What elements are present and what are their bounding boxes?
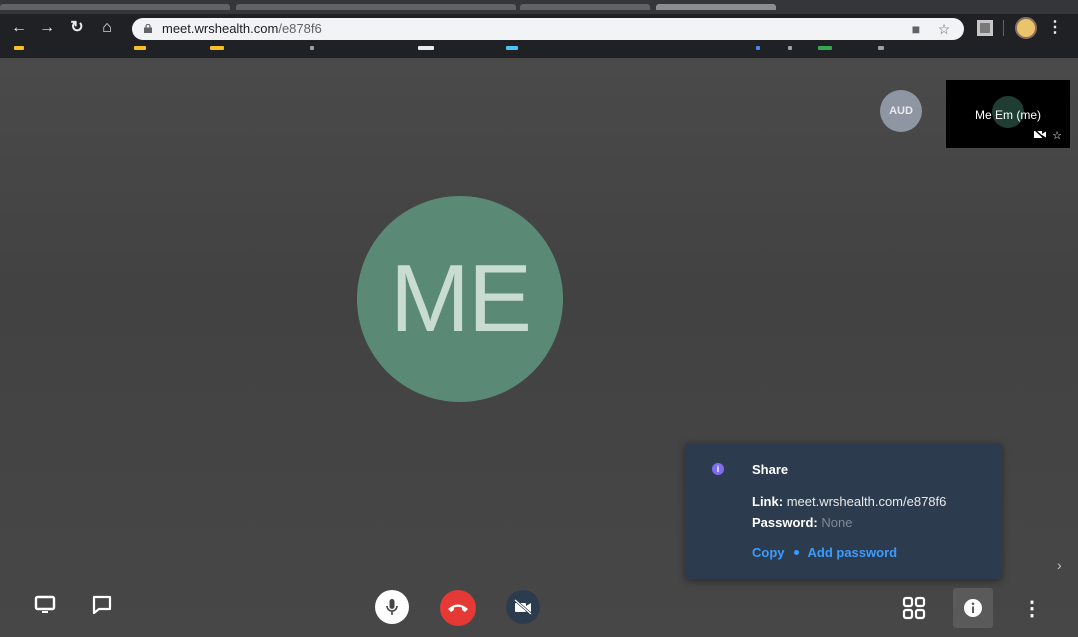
video-off-icon — [1034, 129, 1047, 140]
info-icon — [964, 599, 982, 617]
url-path: /e878f6 — [278, 21, 322, 36]
bookmark-item[interactable] — [310, 46, 314, 50]
tab-active[interactable] — [656, 4, 776, 10]
microphone-button[interactable] — [375, 590, 409, 624]
chevron-right-icon[interactable]: › — [1057, 557, 1062, 573]
microphone-icon — [386, 599, 398, 615]
chat-icon — [92, 595, 112, 615]
bookmark-item[interactable] — [14, 46, 24, 50]
video-off-icon — [514, 599, 532, 615]
screen-share-button[interactable] — [31, 591, 59, 619]
reload-icon[interactable]: ↻ — [66, 16, 88, 40]
star-icon[interactable]: ☆ — [1052, 129, 1062, 142]
copy-link-button[interactable]: Copy — [752, 545, 785, 560]
info-button[interactable] — [953, 588, 993, 628]
tab-strip — [0, 0, 1078, 14]
meeting-stage: ME AUD Me Em (me) ☆ i Share Link: meet.w… — [0, 58, 1078, 637]
share-title: Share — [752, 462, 789, 477]
self-name: Me Em (me) — [975, 108, 1041, 122]
self-tile-icons: ☆ — [1034, 129, 1062, 142]
forward-icon[interactable]: → — [36, 16, 58, 40]
link-value: meet.wrshealth.com/e878f6 — [786, 494, 947, 509]
camera-indicator-icon[interactable]: ■ — [908, 21, 924, 37]
bookmark-item[interactable] — [210, 46, 224, 50]
bookmark-item[interactable] — [756, 46, 760, 50]
profile-avatar[interactable] — [1015, 17, 1037, 39]
bookmark-item[interactable] — [788, 46, 792, 50]
self-video-tile[interactable]: Me Em (me) ☆ — [946, 80, 1070, 148]
bookmark-item[interactable] — [818, 46, 832, 50]
share-actions: Copy Add password — [752, 545, 897, 560]
extension-icon[interactable] — [975, 18, 995, 38]
bookmark-star-icon[interactable]: ☆ — [936, 21, 952, 37]
url-text: meet.wrshealth.com/e878f6 — [162, 21, 322, 36]
share-link-row: Link: meet.wrshealth.com/e878f6 — [752, 494, 946, 509]
bookmark-item[interactable] — [506, 46, 518, 50]
browser-chrome: ← → ↻ ⌂ meet.wrshealth.com/e878f6 ■ ☆ ⋮ — [0, 0, 1078, 58]
desktop-icon — [34, 595, 56, 613]
share-password-row: Password: None — [752, 515, 852, 530]
lock-icon — [144, 24, 152, 33]
bookmark-item[interactable] — [418, 46, 434, 50]
toolbar-divider — [1003, 20, 1004, 36]
browser-menu-icon[interactable]: ⋮ — [1047, 16, 1063, 40]
bookmark-item[interactable] — [134, 46, 146, 50]
grid-icon — [902, 596, 926, 620]
chat-button[interactable] — [88, 591, 116, 619]
main-participant-avatar: ME — [357, 196, 563, 402]
end-call-button[interactable] — [440, 590, 476, 626]
camera-button[interactable] — [506, 590, 540, 624]
tab[interactable] — [0, 4, 230, 10]
address-bar[interactable]: meet.wrshealth.com/e878f6 ■ ☆ — [132, 18, 964, 40]
audio-only-badge[interactable]: AUD — [880, 90, 922, 132]
password-value: None — [821, 515, 853, 530]
tile-view-button[interactable] — [900, 594, 928, 622]
add-password-button[interactable]: Add password — [808, 545, 898, 560]
tab[interactable] — [236, 4, 516, 10]
separator-dot — [793, 550, 799, 556]
share-panel: i Share Link: meet.wrshealth.com/e878f6 … — [685, 443, 1002, 579]
home-icon[interactable]: ⌂ — [96, 16, 118, 40]
back-icon[interactable]: ← — [8, 16, 30, 40]
main-participant-initials: ME — [390, 245, 532, 352]
bookmark-item[interactable] — [878, 46, 884, 50]
password-label: Password: — [752, 515, 818, 530]
link-label: Link: — [752, 494, 784, 509]
more-options-icon[interactable]: ⋮ — [1020, 594, 1044, 622]
tab[interactable] — [520, 4, 650, 10]
bookmarks-bar — [0, 42, 1078, 58]
url-host: meet.wrshealth.com — [162, 21, 279, 36]
browser-toolbar: ← → ↻ ⌂ meet.wrshealth.com/e878f6 ■ ☆ ⋮ — [0, 14, 1078, 42]
hang-up-icon — [448, 604, 468, 612]
info-icon: i — [712, 463, 724, 475]
